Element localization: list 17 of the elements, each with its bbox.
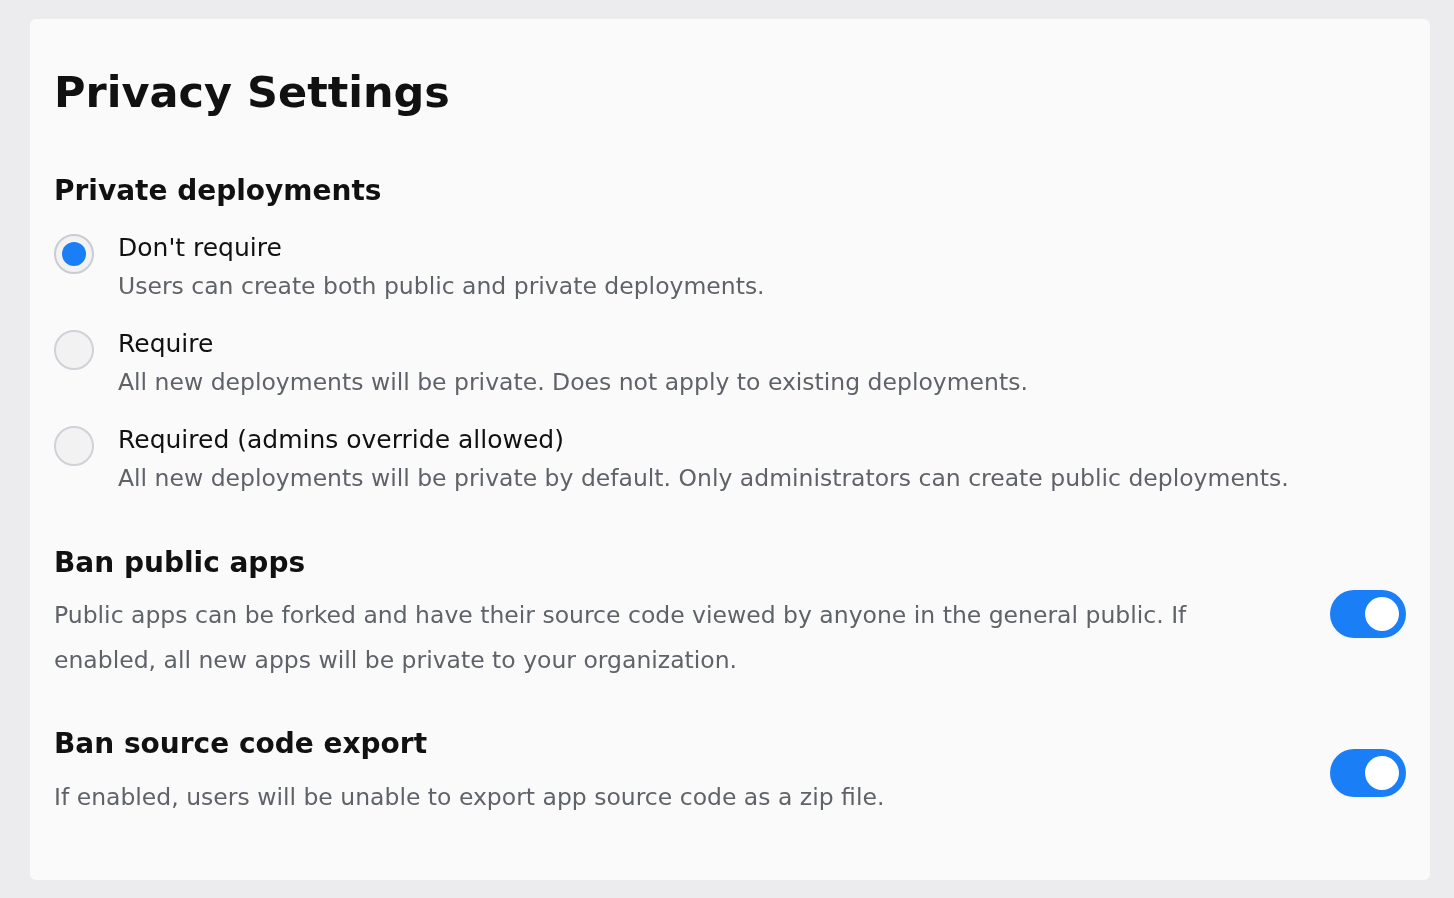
radio-button[interactable] [54, 329, 94, 370]
toggle-switch[interactable] [1330, 749, 1406, 798]
section-description: If enabled, users will be unable to export app source code as a zip file. [54, 781, 886, 813]
section-heading: Ban public apps [54, 545, 307, 580]
radio-button[interactable] [54, 233, 94, 274]
option-description: Users can create both public and private deployments. [118, 270, 765, 302]
option-label: Don't require [118, 231, 283, 264]
option-label: Require [118, 327, 215, 360]
page-title: Privacy Settings [54, 71, 451, 114]
option-description: All new deployments will be private. Does not apply to existing deployments. [118, 366, 1028, 398]
section-description: Public apps can be forked and have their source code viewed by anyone in the general public. If enabled, all new apps will be private to your organization. [54, 600, 1188, 677]
radio-button[interactable] [54, 425, 94, 466]
section-heading: Private deployments [54, 174, 383, 208]
section-heading: Ban source code export [54, 727, 429, 761]
toggle-switch[interactable] [1330, 590, 1406, 639]
option-description: All new deployments will be private by default. Only administrators can create public deployments. [118, 462, 1289, 494]
option-label: Required (admins override allowed) [118, 423, 565, 456]
